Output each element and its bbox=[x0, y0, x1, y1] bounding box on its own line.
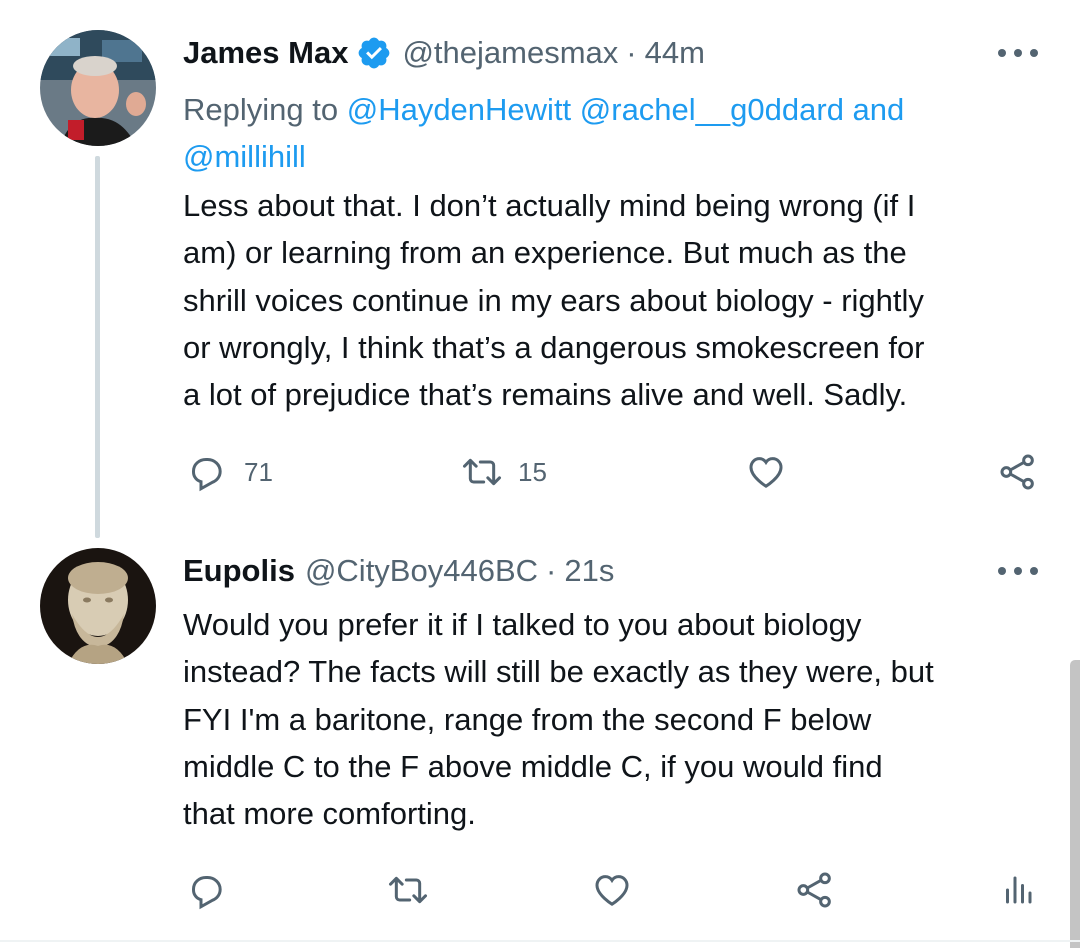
tweet-text-line: Would you prefer it if I talked to you a… bbox=[183, 607, 862, 642]
avatar-image bbox=[40, 548, 156, 664]
share-button[interactable] bbox=[794, 870, 836, 910]
handle[interactable]: @CityBoy446BC bbox=[305, 553, 538, 589]
timestamp[interactable]: 21s bbox=[564, 553, 614, 589]
separator-dot: · bbox=[626, 35, 637, 70]
analytics-button[interactable] bbox=[1000, 870, 1036, 910]
display-name[interactable]: James Max bbox=[183, 35, 348, 71]
more-icon[interactable] bbox=[998, 556, 1038, 586]
heart-icon bbox=[749, 457, 783, 488]
tweet-eupolis[interactable]: Eupolis @CityBoy446BC · 21s Would you pr… bbox=[0, 540, 1080, 940]
replying-to: Replying to @HaydenHewitt @rachel__g0dda… bbox=[183, 86, 1033, 180]
avatar-image bbox=[40, 30, 156, 146]
retweet-count: 15 bbox=[518, 456, 547, 487]
reply-icon bbox=[192, 876, 222, 910]
retweet-button[interactable] bbox=[386, 870, 430, 910]
handle[interactable]: @thejamesmax bbox=[402, 35, 618, 71]
retweet-icon bbox=[389, 876, 427, 904]
tweet-text-line: FYI I'm a baritone, range from the secon… bbox=[183, 701, 872, 737]
share-button[interactable] bbox=[997, 452, 1039, 492]
tweet-actions: 71 15 bbox=[0, 440, 1080, 500]
analytics-icon bbox=[1006, 876, 1032, 904]
divider bbox=[0, 940, 1080, 942]
tweet-header: Eupolis @CityBoy446BC · 21s bbox=[183, 551, 614, 591]
replying-mention-millihill[interactable]: @millihill bbox=[183, 139, 306, 174]
replying-mentions[interactable]: @HaydenHewitt @rachel__g0ddard and bbox=[347, 92, 905, 127]
tweet-text-line: or wrongly, I think that’s a dangerous s… bbox=[183, 329, 925, 365]
more-icon[interactable] bbox=[998, 38, 1038, 68]
reply-icon bbox=[192, 458, 222, 492]
tweet-text-line: shrill voices continue in my ears about … bbox=[183, 282, 924, 318]
share-icon bbox=[797, 872, 831, 908]
tweet-text-line: that more comforting. bbox=[183, 796, 476, 832]
retweet-button[interactable]: 15 bbox=[460, 452, 547, 492]
avatar[interactable] bbox=[40, 30, 156, 146]
retweet-icon bbox=[463, 458, 501, 486]
like-button[interactable] bbox=[592, 870, 632, 910]
timestamp[interactable]: 44m bbox=[645, 35, 705, 71]
tweet-text-line: instead? The facts will still be exactly… bbox=[183, 654, 934, 690]
reply-count: 71 bbox=[244, 456, 273, 487]
tweet-actions bbox=[0, 860, 1080, 920]
tweet-text-line: am) or learning from an experience. But … bbox=[183, 235, 907, 271]
heart-icon bbox=[595, 875, 629, 906]
display-name[interactable]: Eupolis bbox=[183, 553, 295, 589]
avatar[interactable] bbox=[40, 548, 156, 664]
like-button[interactable] bbox=[746, 452, 786, 492]
replying-to-label: Replying to bbox=[183, 92, 339, 127]
tweet-text: Would you prefer it if I talked to you a… bbox=[183, 601, 1053, 837]
tweet-header: James Max @thejamesmax · 44m bbox=[183, 33, 705, 73]
tweet-text-line: middle C to the F above middle C, if you… bbox=[183, 748, 883, 784]
reply-button[interactable]: 71 bbox=[186, 452, 273, 492]
tweet-text-line: Less about that. I don’t actually mind b… bbox=[183, 188, 916, 223]
tweet-text-line: a lot of prejudice that’s remains alive … bbox=[183, 377, 908, 413]
separator-dot: · bbox=[546, 553, 557, 588]
reply-button[interactable] bbox=[186, 870, 226, 910]
verified-badge-icon bbox=[356, 35, 392, 71]
share-icon bbox=[1000, 454, 1034, 490]
scrollbar[interactable] bbox=[1070, 660, 1080, 948]
tweet-james-max[interactable]: James Max @thejamesmax · 44m Replying to… bbox=[0, 0, 1080, 540]
tweet-text: Less about that. I don’t actually mind b… bbox=[183, 182, 1053, 418]
